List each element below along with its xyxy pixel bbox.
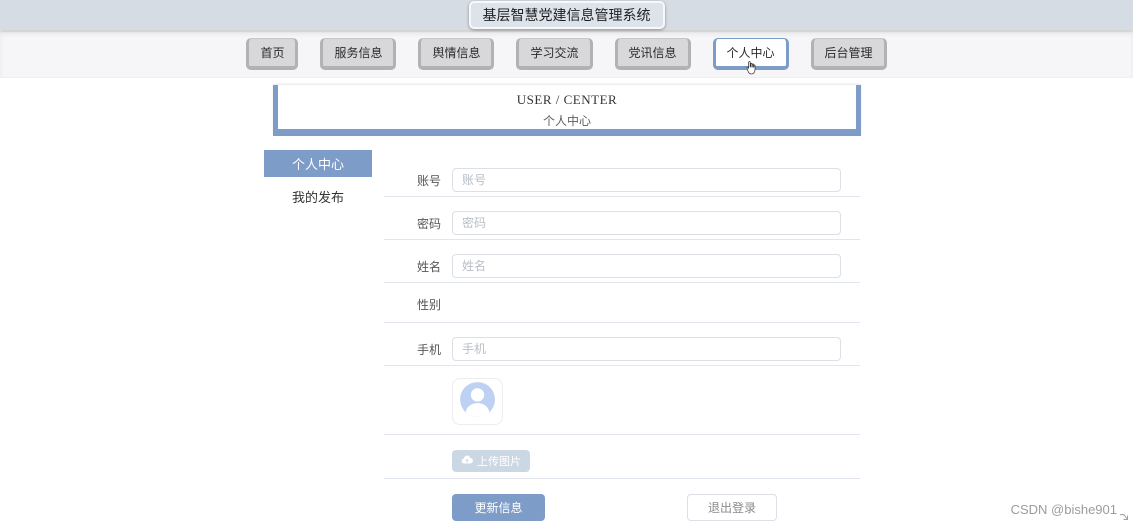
nav-item-personal-center-label: 个人中心 — [726, 46, 775, 60]
nav-item-learning-exchange[interactable]: 学习交流 — [516, 38, 593, 70]
nav-item-public-opinion[interactable]: 舆情信息 — [418, 38, 495, 70]
name-label: 姓名 — [416, 259, 441, 274]
password-label: 密码 — [416, 216, 441, 231]
nav-item-home[interactable]: 首页 — [246, 38, 299, 70]
name-input[interactable] — [452, 254, 841, 278]
form-row-phone: 手机 — [384, 323, 860, 366]
logout-button[interactable]: 退出登录 — [687, 494, 777, 521]
avatar[interactable] — [452, 378, 503, 425]
sidebar-item-personal-center[interactable]: 个人中心 — [264, 150, 372, 177]
person-avatar-icon — [457, 379, 498, 425]
nav-item-party-news[interactable]: 党讯信息 — [614, 38, 691, 70]
upload-image-button[interactable]: 上传图片 — [452, 450, 530, 472]
password-input[interactable] — [452, 211, 841, 235]
profile-form: 账号 密码 姓名 性别 手机 — [384, 154, 860, 521]
watermark: CSDN @bishe901 — [1010, 502, 1117, 517]
sidebar-item-my-posts[interactable]: 我的发布 — [264, 183, 372, 210]
hand-cursor-icon — [744, 60, 757, 79]
phone-input[interactable] — [452, 337, 841, 361]
update-info-button[interactable]: 更新信息 — [452, 494, 545, 521]
sidebar: 个人中心 我的发布 — [264, 150, 372, 210]
app-header: 基层智慧党建信息管理系统 — [0, 0, 1133, 30]
form-row-upload: 上传图片 — [384, 435, 860, 479]
phone-label: 手机 — [416, 342, 441, 357]
banner-title-en: USER / CENTER — [516, 92, 618, 107]
nav-item-personal-center[interactable]: 个人中心 — [712, 38, 789, 75]
page-banner: USER / CENTER 个人中心 — [273, 85, 861, 136]
form-row-avatar — [384, 366, 860, 435]
form-row-actions: 更新信息 退出登录 — [384, 479, 860, 521]
cloud-upload-icon — [461, 454, 473, 468]
form-row-password: 密码 — [384, 197, 860, 240]
nav-item-service-info[interactable]: 服务信息 — [320, 38, 397, 70]
nav-item-admin[interactable]: 后台管理 — [810, 38, 887, 70]
app-title: 基层智慧党建信息管理系统 — [468, 1, 665, 29]
gender-label: 性别 — [416, 298, 441, 312]
form-row-name: 姓名 — [384, 240, 860, 283]
page-root: 基层智慧党建信息管理系统 首页 服务信息 舆情信息 学习交流 党讯信息 个人中心… — [0, 0, 1133, 528]
account-input[interactable] — [452, 168, 841, 192]
main-nav: 首页 服务信息 舆情信息 学习交流 党讯信息 个人中心 后台管理 — [0, 31, 1133, 78]
form-row-account: 账号 — [384, 154, 860, 197]
form-row-gender: 性别 — [384, 283, 860, 323]
upload-image-label: 上传图片 — [477, 456, 521, 468]
account-label: 账号 — [416, 173, 441, 188]
banner-title-zh: 个人中心 — [542, 114, 591, 128]
corner-scribble-mark — [1119, 508, 1129, 526]
